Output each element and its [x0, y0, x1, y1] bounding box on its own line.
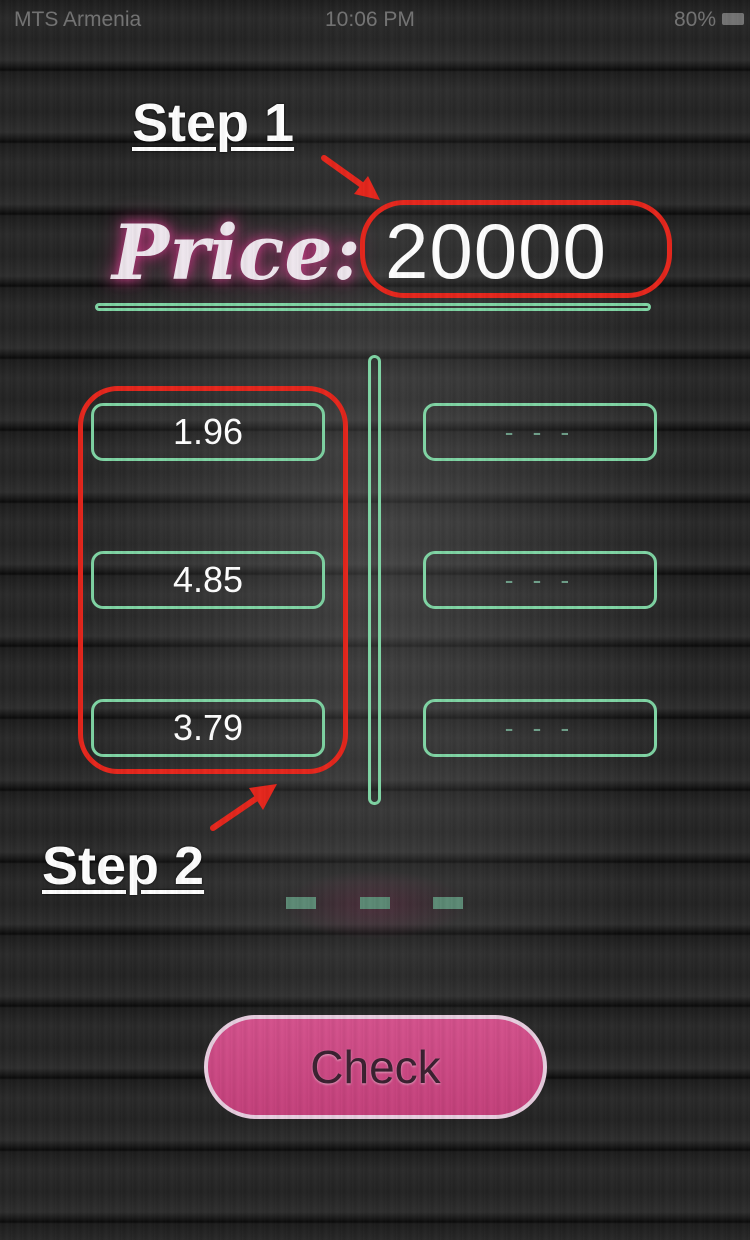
battery-icon: [722, 13, 744, 25]
result-dash: [286, 897, 316, 909]
left-input-1[interactable]: 1.96: [91, 403, 325, 461]
clock: 10:06 PM: [325, 8, 415, 31]
result-dash: [360, 897, 390, 909]
status-bar: MTS Armenia 10:06 PM 80%: [0, 0, 750, 40]
carrier-name: MTS Armenia: [14, 8, 142, 31]
right-input-1[interactable]: - - -: [423, 403, 657, 461]
battery-percent: 80%: [673, 8, 716, 31]
step1-annotation: Step 1: [132, 93, 295, 153]
price-underline: [95, 303, 651, 311]
price-value[interactable]: 20000: [385, 206, 607, 297]
result-dash: [433, 897, 463, 909]
result-placeholder: [280, 870, 470, 940]
right-input-2[interactable]: - - -: [423, 551, 657, 609]
step2-arrow-icon: [210, 784, 277, 831]
price-label: Price:: [112, 208, 361, 297]
step1-arrow-icon: [321, 155, 380, 200]
step2-annotation: Step 2: [42, 836, 205, 896]
left-input-2[interactable]: 4.85: [91, 551, 325, 609]
right-input-3[interactable]: - - -: [423, 699, 657, 757]
left-input-3[interactable]: 3.79: [91, 699, 325, 757]
column-divider: [368, 355, 381, 805]
check-button[interactable]: Check: [204, 1015, 547, 1119]
